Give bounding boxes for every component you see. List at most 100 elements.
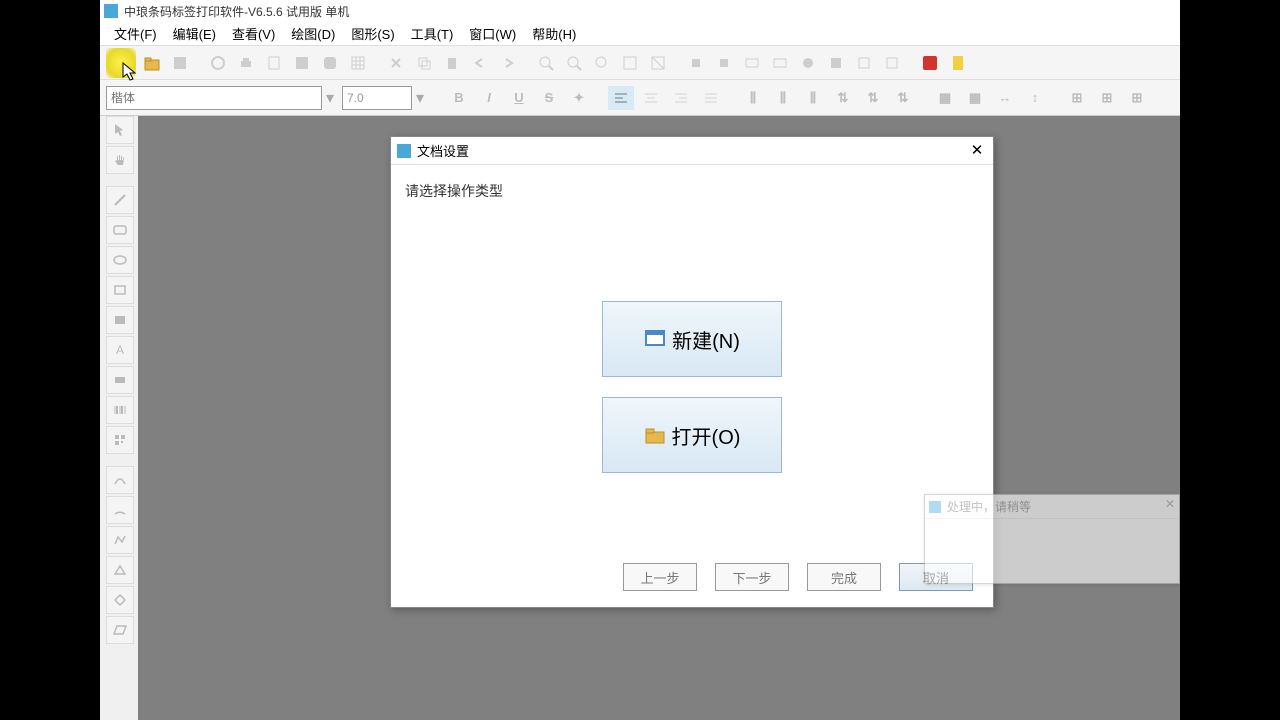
finish-button[interactable]: 完成 xyxy=(807,563,881,591)
tb2-btn-9[interactable]: ▦ xyxy=(962,86,988,110)
save-button[interactable] xyxy=(168,51,192,75)
next-button[interactable]: 下一步 xyxy=(715,563,789,591)
left-toolbox: A xyxy=(106,116,136,644)
menu-edit[interactable]: 编辑(E) xyxy=(165,22,224,45)
title-bar: 中琅条码标签打印软件-V6.5.6 试用版 单机 xyxy=(100,0,1180,22)
text-tool[interactable]: A xyxy=(106,336,134,364)
underline-button[interactable]: U xyxy=(506,86,532,110)
zoom-out-button[interactable] xyxy=(562,51,586,75)
tb2-btn-3[interactable]: ⫼ xyxy=(770,86,796,110)
new-doc-button[interactable] xyxy=(106,48,136,78)
align-justify-button[interactable] xyxy=(698,86,724,110)
tb2-btn-4[interactable]: ⫼ xyxy=(800,86,826,110)
tb2-btn-12[interactable]: ⊞ xyxy=(1064,86,1090,110)
popup2-close-button[interactable]: ✕ xyxy=(1165,497,1175,511)
italic-button[interactable]: I xyxy=(476,86,502,110)
tb-btn-2[interactable] xyxy=(262,51,286,75)
document-setup-dialog: 文档设置 ✕ 请选择操作类型 新建(N) 打开(O) 上一步 下一步 完成 取消 xyxy=(390,136,994,608)
rect-tool[interactable] xyxy=(106,276,134,304)
polyline-tool[interactable] xyxy=(106,526,134,554)
tb2-btn-13[interactable]: ⊞ xyxy=(1094,86,1120,110)
tb2-btn-6[interactable]: ⇅ xyxy=(860,86,886,110)
tb-btn-12[interactable] xyxy=(824,51,848,75)
font-selector[interactable] xyxy=(106,86,322,110)
tb2-btn-8[interactable]: ▦ xyxy=(932,86,958,110)
tb2-btn-14[interactable]: ⊞ xyxy=(1124,86,1150,110)
dialog-prompt: 请选择操作类型 xyxy=(405,181,979,201)
menu-help[interactable]: 帮助(H) xyxy=(524,22,584,45)
align-left-button[interactable] xyxy=(608,86,634,110)
triangle-tool[interactable] xyxy=(106,556,134,584)
tb-btn-13[interactable] xyxy=(852,51,876,75)
menu-window[interactable]: 窗口(W) xyxy=(461,22,524,45)
tb-btn-9[interactable] xyxy=(740,51,764,75)
new-document-button[interactable]: 新建(N) xyxy=(602,301,782,377)
zoom-fit-button[interactable] xyxy=(590,51,614,75)
tb-btn-5[interactable] xyxy=(618,51,642,75)
menu-bar: 文件(F) 编辑(E) 查看(V) 绘图(D) 图形(S) 工具(T) 窗口(W… xyxy=(100,22,1180,46)
zoom-in-button[interactable] xyxy=(534,51,558,75)
cut-button[interactable] xyxy=(384,51,408,75)
ellipse-tool[interactable] xyxy=(106,246,134,274)
tb-btn-15[interactable] xyxy=(946,51,970,75)
open-document-button[interactable]: 打开(O) xyxy=(602,397,782,473)
dialog-body: 请选择操作类型 新建(N) 打开(O) xyxy=(391,165,993,489)
barcode-tool[interactable] xyxy=(106,396,134,424)
grid-button[interactable] xyxy=(346,51,370,75)
tb-btn-4[interactable] xyxy=(318,51,342,75)
pdf-button[interactable] xyxy=(918,51,942,75)
filled-rect-tool[interactable] xyxy=(106,306,134,334)
tb-btn-11[interactable] xyxy=(796,51,820,75)
dialog-title-text: 文档设置 xyxy=(417,141,469,160)
new-doc-icon xyxy=(644,328,666,350)
tb2-btn-10[interactable]: ↔ xyxy=(992,86,1018,110)
paste-button[interactable] xyxy=(440,51,464,75)
hand-tool[interactable] xyxy=(106,146,134,174)
tb2-btn-1[interactable]: ✦ xyxy=(566,86,592,110)
selection-tool[interactable] xyxy=(106,116,134,144)
menu-draw[interactable]: 绘图(D) xyxy=(283,22,343,45)
redo-button[interactable] xyxy=(496,51,520,75)
curve-tool[interactable] xyxy=(106,466,134,494)
line-tool[interactable] xyxy=(106,186,134,214)
dialog-close-button[interactable]: ✕ xyxy=(967,141,987,161)
tb-btn-3[interactable] xyxy=(290,51,314,75)
processing-popup: 处理中，请稍等 ✕ xyxy=(924,494,1180,584)
tool-1[interactable] xyxy=(106,366,134,394)
bold-button[interactable]: B xyxy=(446,86,472,110)
arc-tool[interactable] xyxy=(106,496,134,524)
align-center-button[interactable] xyxy=(638,86,664,110)
open-button[interactable] xyxy=(140,51,164,75)
undo-button[interactable] xyxy=(468,51,492,75)
strike-button[interactable]: S xyxy=(536,86,562,110)
align-right-button[interactable] xyxy=(668,86,694,110)
prev-button[interactable]: 上一步 xyxy=(623,563,697,591)
tb-btn-14[interactable] xyxy=(880,51,904,75)
tb2-btn-2[interactable]: ⫼ xyxy=(740,86,766,110)
menu-view[interactable]: 查看(V) xyxy=(224,22,283,45)
parallelogram-tool[interactable] xyxy=(106,616,134,644)
tb-btn-8[interactable] xyxy=(712,51,736,75)
rect-rounded-tool[interactable] xyxy=(106,216,134,244)
tb-btn-10[interactable] xyxy=(768,51,792,75)
print-button[interactable] xyxy=(234,51,258,75)
menu-shape[interactable]: 图形(S) xyxy=(343,22,402,45)
dialog-footer: 上一步 下一步 完成 取消 xyxy=(623,563,973,591)
dialog-titlebar: 文档设置 ✕ xyxy=(391,137,993,165)
svg-text:A: A xyxy=(116,343,124,357)
popup2-icon xyxy=(929,501,941,513)
qr-tool[interactable] xyxy=(106,426,134,454)
copy-button[interactable] xyxy=(412,51,436,75)
font-size-selector[interactable] xyxy=(342,86,412,110)
popup2-title-text: 处理中，请稍等 xyxy=(947,498,1031,515)
menu-tool[interactable]: 工具(T) xyxy=(403,22,462,45)
tb2-btn-5[interactable]: ⇅ xyxy=(830,86,856,110)
open-doc-icon xyxy=(644,424,666,446)
tb-btn-6[interactable] xyxy=(646,51,670,75)
tb2-btn-7[interactable]: ⇅ xyxy=(890,86,916,110)
tb-btn-7[interactable] xyxy=(684,51,708,75)
tb2-btn-11[interactable]: ↕ xyxy=(1022,86,1048,110)
tb-btn-1[interactable] xyxy=(206,51,230,75)
menu-file[interactable]: 文件(F) xyxy=(106,22,165,45)
diamond-tool[interactable] xyxy=(106,586,134,614)
